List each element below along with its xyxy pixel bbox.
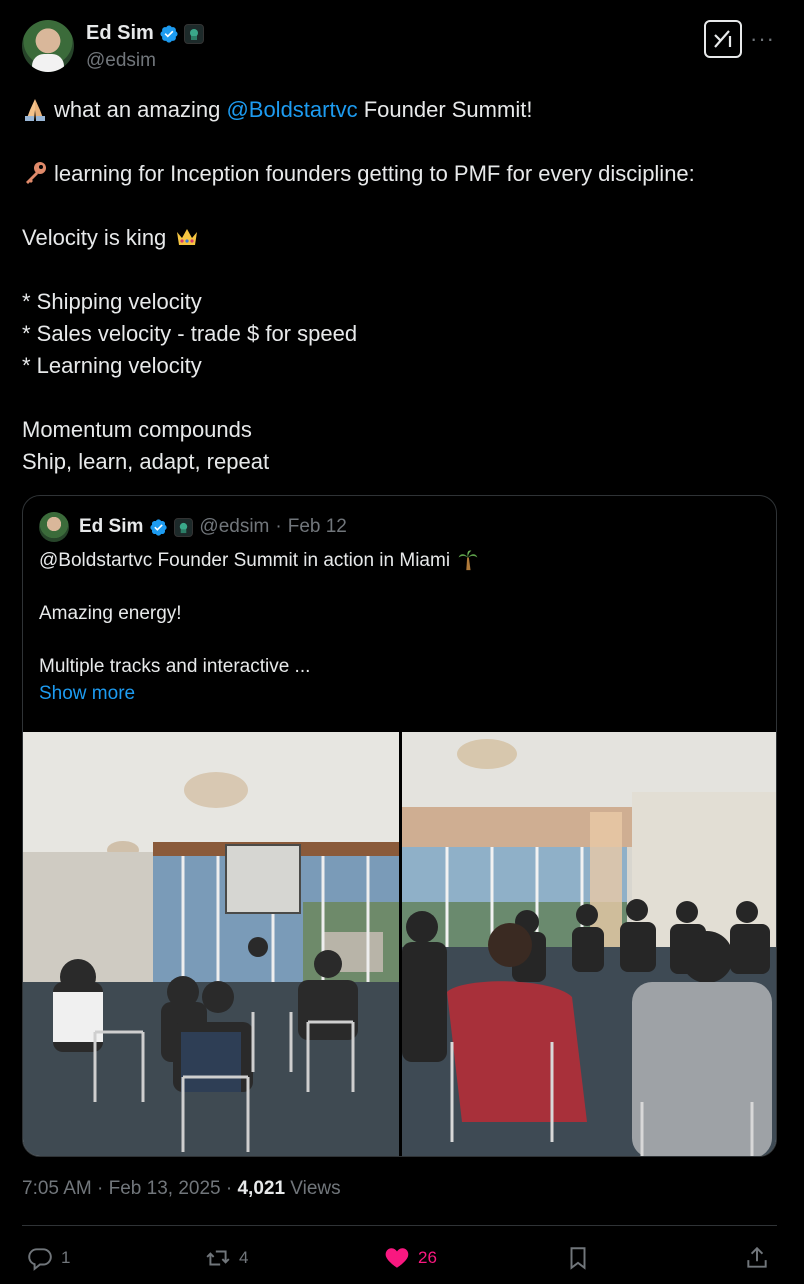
views-count: 4,021 xyxy=(237,1178,286,1199)
breakout-circle-photo[interactable] xyxy=(402,732,776,1156)
affiliate-badge-icon xyxy=(174,517,194,537)
tweet-line: * Shipping velocity xyxy=(22,289,202,314)
repost-button[interactable]: 4 xyxy=(205,1240,248,1276)
tweet-meta: 7:05 AM · Feb 13, 2025 · 4,021 Views xyxy=(22,1178,341,1199)
quoted-tweet-card[interactable]: Ed Sim @edsim · Feb 12 @Boldstartvc Foun… xyxy=(22,495,777,1157)
verified-badge-icon xyxy=(150,518,168,536)
author-name-row: Ed Sim xyxy=(86,22,204,45)
reply-count: 1 xyxy=(61,1248,71,1267)
key-icon xyxy=(26,162,46,184)
share-icon xyxy=(747,1246,767,1268)
like-count: 26 xyxy=(418,1248,437,1267)
author-handle[interactable]: @edsim xyxy=(86,50,156,72)
reply-button[interactable]: 1 xyxy=(27,1240,70,1276)
bookmark-icon xyxy=(570,1247,586,1270)
views-label: Views xyxy=(285,1178,341,1199)
quoted-avatar xyxy=(39,512,69,542)
tweet-line: learning for Inception founders getting … xyxy=(22,158,782,190)
show-more-link[interactable]: Show more xyxy=(39,683,135,704)
palm-tree-icon xyxy=(459,550,478,571)
quoted-author-name: Ed Sim xyxy=(79,516,144,537)
bookmark-button[interactable] xyxy=(565,1240,591,1276)
crown-icon xyxy=(177,229,198,245)
conference-room-photo[interactable] xyxy=(23,732,399,1156)
verified-badge-icon xyxy=(160,24,178,43)
photo-grid xyxy=(23,732,776,1156)
heart-icon xyxy=(385,1248,409,1268)
tweet-line: Ship, learn, adapt, repeat xyxy=(22,449,270,474)
avatar[interactable] xyxy=(22,20,74,72)
separator-dot: · xyxy=(275,516,282,537)
tweet-line: Velocity is king xyxy=(22,222,782,254)
quoted-handle: @edsim xyxy=(199,516,270,537)
tweet-line: Momentum compounds xyxy=(22,417,252,442)
more-options-icon[interactable]: ··· xyxy=(750,26,775,52)
like-button[interactable]: 26 xyxy=(384,1240,437,1276)
tweet-header: Ed Sim @edsim ··· xyxy=(22,20,782,76)
author-name[interactable]: Ed Sim xyxy=(86,22,154,45)
tweet-time[interactable]: 7:05 AM xyxy=(22,1178,92,1199)
quoted-date: Feb 12 xyxy=(287,516,347,537)
mention-link[interactable]: @Boldstartvc xyxy=(226,97,357,122)
tweet-text: what an amazing @Boldstartvc Founder Sum… xyxy=(22,94,782,478)
share-button[interactable] xyxy=(744,1240,770,1276)
tweet-line: * Sales velocity - trade $ for speed xyxy=(22,321,358,346)
tweet-line: what an amazing @Boldstartvc Founder Sum… xyxy=(22,94,782,126)
repost-icon xyxy=(206,1250,230,1266)
action-bar: 1 4 26 xyxy=(22,1240,782,1276)
tweet-line: * Learning velocity xyxy=(22,353,202,378)
grok-icon[interactable] xyxy=(704,20,742,58)
affiliate-badge-icon[interactable] xyxy=(183,23,204,44)
tweet-date[interactable]: Feb 13, 2025 xyxy=(109,1178,221,1199)
reply-icon xyxy=(28,1248,52,1271)
folded-hands-icon xyxy=(25,99,45,121)
divider xyxy=(22,1225,777,1226)
repost-count: 4 xyxy=(239,1248,249,1267)
quoted-tweet-header: Ed Sim @edsim · Feb 12 xyxy=(39,512,347,542)
quoted-tweet-text: @Boldstartvc Founder Summit in action in… xyxy=(39,548,759,707)
